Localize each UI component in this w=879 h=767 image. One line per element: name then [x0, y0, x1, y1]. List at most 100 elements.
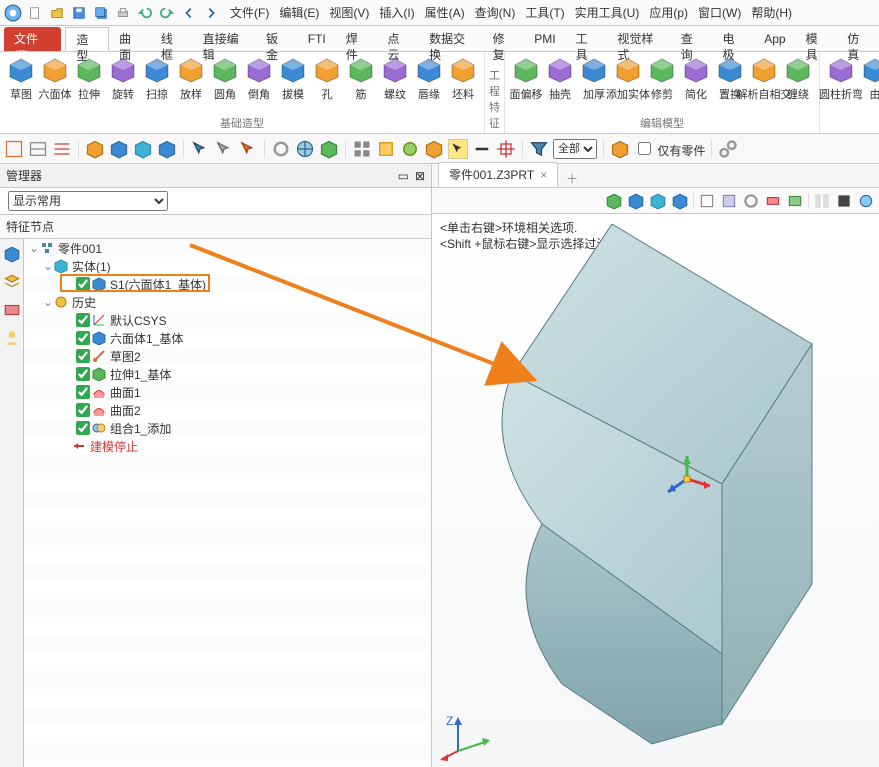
vt-6-icon[interactable] — [720, 192, 738, 210]
vt-1-icon[interactable] — [605, 192, 623, 210]
menu-item[interactable]: 编辑(E) — [279, 4, 319, 21]
ribbon-button[interactable]: 草图 — [4, 54, 38, 104]
tb-cube-b-icon[interactable] — [109, 139, 129, 159]
tb-globe-icon[interactable] — [295, 139, 315, 159]
ribbon-button[interactable]: 扫掠 — [140, 54, 174, 104]
close-tab-icon[interactable]: × — [540, 168, 547, 182]
tree-twisty-icon[interactable]: ⌄ — [42, 259, 54, 273]
ribbon-tab[interactable]: App — [754, 27, 795, 51]
undo-icon[interactable] — [136, 4, 154, 22]
tree-row[interactable]: 曲面1 — [24, 383, 431, 401]
side-tree-icon[interactable] — [3, 245, 21, 263]
print-icon[interactable] — [114, 4, 132, 22]
ribbon-tab[interactable]: 仿真 — [837, 27, 879, 51]
ribbon-button[interactable]: 拔模 — [276, 54, 310, 104]
arrow-left-icon[interactable] — [180, 4, 198, 22]
tb-ico-3[interactable] — [52, 139, 72, 159]
tb-sel-2-icon[interactable] — [214, 139, 234, 159]
vt-12-icon[interactable] — [857, 192, 875, 210]
ribbon-tab[interactable]: 焊件 — [336, 27, 378, 51]
tb-cube-g-icon[interactable] — [319, 139, 339, 159]
tree-checkbox[interactable] — [76, 403, 90, 417]
ribbon-button[interactable]: 缠绕 — [781, 54, 815, 104]
ribbon-button[interactable]: 解析自相交 — [747, 54, 781, 104]
ribbon-button[interactable]: 面偏移 — [509, 54, 543, 104]
viewport-3d[interactable]: <单击右键>环境相关选项. <Shift +鼠标右键>显示选择过滤器. — [432, 214, 879, 767]
tb-sel-3-icon[interactable] — [238, 139, 258, 159]
tb-more-2-icon[interactable] — [376, 139, 396, 159]
tree-row[interactable]: S1(六面体1_基体) — [24, 275, 431, 293]
tree-checkbox[interactable] — [76, 277, 90, 291]
tree-row[interactable]: ⌄零件001 — [24, 239, 431, 257]
saveall-icon[interactable] — [92, 4, 110, 22]
vt-5-icon[interactable] — [698, 192, 716, 210]
display-select[interactable]: 显示常用 — [8, 191, 168, 211]
vt-2-icon[interactable] — [627, 192, 645, 210]
ribbon-tab[interactable]: 查询 — [671, 27, 713, 51]
ribbon-tab[interactable]: 修复 — [483, 27, 525, 51]
tree-row[interactable]: 组合1_添加 — [24, 419, 431, 437]
ribbon-button[interactable]: 简化 — [679, 54, 713, 104]
ribbon-tab[interactable]: FTI — [298, 27, 336, 51]
ribbon-button[interactable]: 坯料 — [446, 54, 480, 104]
ribbon-tab-file[interactable]: 文件(F) — [4, 27, 61, 51]
tree-checkbox[interactable] — [76, 385, 90, 399]
menu-item[interactable]: 应用(p) — [649, 4, 688, 21]
tb-trail-icon[interactable] — [718, 139, 738, 159]
ribbon-tab[interactable]: 造型 — [65, 27, 109, 51]
ribbon-button[interactable]: 螺纹 — [378, 54, 412, 104]
tb-more-1-icon[interactable] — [352, 139, 372, 159]
menu-item[interactable]: 文件(F) — [230, 4, 269, 21]
ribbon-button[interactable]: 由 — [858, 54, 879, 104]
menu-item[interactable]: 视图(V) — [329, 4, 369, 21]
vt-7-icon[interactable] — [742, 192, 760, 210]
ribbon-tab[interactable]: 钣金 — [256, 27, 298, 51]
tb-cursor-yellow-icon[interactable] — [448, 139, 468, 159]
vt-3-icon[interactable] — [649, 192, 667, 210]
ribbon-button[interactable]: 倒角 — [242, 54, 276, 104]
vt-11-icon[interactable] — [835, 192, 853, 210]
ribbon-button[interactable]: 旋转 — [106, 54, 140, 104]
tb-minus-icon[interactable] — [472, 139, 492, 159]
ribbon-tab[interactable]: 点云 — [377, 27, 419, 51]
tree-row[interactable]: 六面体1_基体 — [24, 329, 431, 347]
tb-view-icon[interactable] — [271, 139, 291, 159]
tb-ico-1[interactable] — [4, 139, 24, 159]
tb-more-3-icon[interactable] — [400, 139, 420, 159]
menu-item[interactable]: 插入(I) — [379, 4, 414, 21]
tree-row[interactable]: 建模停止 — [24, 437, 431, 455]
vt-10-icon[interactable] — [813, 192, 831, 210]
menu-item[interactable]: 帮助(H) — [751, 4, 792, 21]
tree-row[interactable]: 曲面2 — [24, 401, 431, 419]
ribbon-tab[interactable]: 电极 — [713, 27, 755, 51]
tb-cube-b3-icon[interactable] — [157, 139, 177, 159]
ribbon-button[interactable]: 修剪 — [645, 54, 679, 104]
tree-checkbox[interactable] — [76, 313, 90, 327]
menu-item[interactable]: 窗口(W) — [698, 4, 741, 21]
tree-checkbox[interactable] — [76, 421, 90, 435]
menu-item[interactable]: 实用工具(U) — [575, 4, 640, 21]
ribbon-tab[interactable]: 曲面 — [109, 27, 151, 51]
vt-4-icon[interactable] — [671, 192, 689, 210]
side-layers-icon[interactable] — [3, 273, 21, 291]
tree-row[interactable]: 草图2 — [24, 347, 431, 365]
menu-item[interactable]: 工具(T) — [525, 4, 564, 21]
feature-tree[interactable]: ⌄零件001⌄实体(1)S1(六面体1_基体)⌄历史默认CSYS六面体1_基体草… — [24, 239, 431, 767]
vt-9-icon[interactable] — [786, 192, 804, 210]
tree-row[interactable]: ⌄历史 — [24, 293, 431, 311]
panel-close-icon[interactable]: ⊠ — [415, 169, 425, 183]
side-user-icon[interactable] — [3, 329, 21, 347]
side-views-icon[interactable] — [3, 301, 21, 319]
ribbon-button[interactable]: 添加实体 — [611, 54, 645, 104]
tree-checkbox[interactable] — [76, 367, 90, 381]
ribbon-button[interactable]: 六面体 — [38, 54, 72, 104]
menu-item[interactable]: 属性(A) — [425, 4, 465, 21]
tb-ico-2[interactable] — [28, 139, 48, 159]
open-icon[interactable] — [48, 4, 66, 22]
tree-row[interactable]: 拉伸1_基体 — [24, 365, 431, 383]
tree-checkbox[interactable] — [76, 349, 90, 363]
tree-row[interactable]: ⌄实体(1) — [24, 257, 431, 275]
ribbon-tab[interactable]: PMI — [524, 27, 565, 51]
tb-target-icon[interactable] — [496, 139, 516, 159]
ribbon-button[interactable]: 放样 — [174, 54, 208, 104]
